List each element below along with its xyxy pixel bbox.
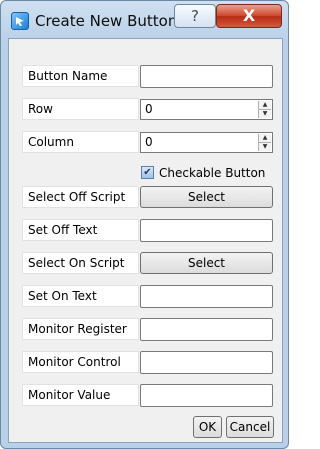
set-off-text-label: Set Off Text xyxy=(22,219,139,241)
checkable-button-label: Checkable Button xyxy=(159,166,266,180)
monitor-control-input[interactable] xyxy=(140,351,273,374)
select-off-script-label: Select Off Script xyxy=(22,186,139,208)
set-on-text-label: Set On Text xyxy=(22,285,139,307)
select-off-script-button[interactable]: Select xyxy=(140,186,273,208)
row-increment-arrow[interactable]: ▲ xyxy=(259,101,271,110)
row-value: 0 xyxy=(145,102,153,116)
row-spin-arrows: ▲ ▼ xyxy=(258,101,271,118)
monitor-value-input[interactable] xyxy=(140,384,273,407)
monitor-register-label: Monitor Register xyxy=(22,318,139,340)
column-value: 0 xyxy=(145,135,153,149)
row-label: Row xyxy=(22,98,139,120)
button-name-input[interactable] xyxy=(140,65,273,88)
set-off-text-input[interactable] xyxy=(140,219,273,242)
dialog-body: Button Name Row 0 ▲ ▼ Column 0 ▲ ▼ ✔ Che… xyxy=(8,38,283,443)
dialog-title: Create New Button xyxy=(35,12,178,30)
select-on-script-label: Select On Script xyxy=(22,252,139,274)
monitor-register-input[interactable] xyxy=(140,318,273,341)
monitor-control-label: Monitor Control xyxy=(22,351,139,373)
column-spinbox[interactable]: 0 ▲ ▼ xyxy=(140,132,273,153)
help-icon: ? xyxy=(191,7,199,25)
cancel-button[interactable]: Cancel xyxy=(226,416,274,438)
select-on-script-button[interactable]: Select xyxy=(140,252,273,274)
checkbox-checked-icon[interactable]: ✔ xyxy=(141,166,154,179)
dialog-window: Create New Button ? X Button Name Row 0 … xyxy=(0,0,289,449)
column-decrement-arrow[interactable]: ▼ xyxy=(259,143,271,151)
ok-button[interactable]: OK xyxy=(193,416,222,438)
column-increment-arrow[interactable]: ▲ xyxy=(259,134,271,143)
monitor-value-label: Monitor Value xyxy=(22,384,139,406)
close-button[interactable]: X xyxy=(216,4,282,28)
column-spin-arrows: ▲ ▼ xyxy=(258,134,271,151)
row-spinbox[interactable]: 0 ▲ ▼ xyxy=(140,99,273,120)
row-decrement-arrow[interactable]: ▼ xyxy=(259,110,271,118)
close-icon: X xyxy=(242,6,256,25)
help-button[interactable]: ? xyxy=(174,4,216,28)
set-on-text-input[interactable] xyxy=(140,285,273,308)
button-name-label: Button Name xyxy=(22,65,139,87)
app-icon xyxy=(11,12,29,30)
column-label: Column xyxy=(22,131,139,153)
